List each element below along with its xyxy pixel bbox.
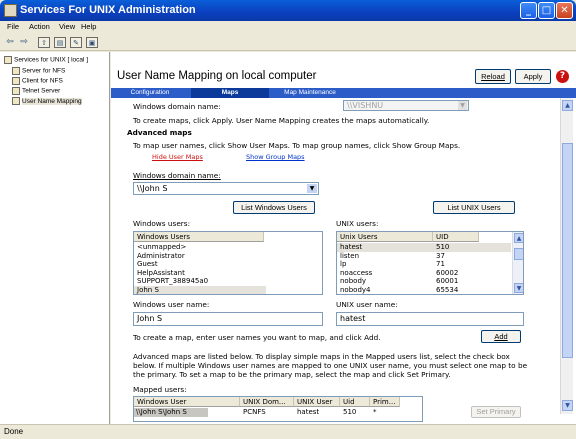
windows-domain-select[interactable]: \\John S ▼ — [133, 182, 319, 195]
forward-arrow-icon[interactable]: ⇨ — [18, 37, 30, 48]
list-item[interactable]: SUPPORT_388945a0 — [137, 277, 208, 286]
tab-configuration[interactable]: Configuration — [111, 88, 189, 98]
maps-content: Windows domain name: \\VISHNU ▼ To create… — [119, 98, 559, 424]
close-button[interactable]: ✕ — [556, 2, 573, 19]
title-bar[interactable]: Services For UNIX Administration _ □ ✕ — [0, 0, 576, 21]
add-map-hint: To create a map, enter user names you wa… — [133, 333, 381, 342]
tab-map-maintenance[interactable]: Map Maintenance — [271, 88, 349, 98]
server-icon — [12, 67, 20, 75]
help-icon[interactable]: ? — [556, 70, 569, 83]
set-primary-button[interactable]: Set Primary — [471, 406, 521, 418]
table-row[interactable]: listen 37 — [337, 252, 511, 261]
mapped-col-unix-domain[interactable]: UNIX Dom... — [240, 397, 294, 407]
menu-action[interactable]: Action — [29, 22, 50, 31]
add-button[interactable]: Add — [481, 330, 521, 343]
advanced-maps-desc-2: below. If multiple Windows user names ar… — [133, 361, 528, 370]
tree-item-client-for-nfs[interactable]: Client for NFS — [12, 77, 63, 87]
list-item-selected[interactable]: John S — [134, 285, 266, 294]
mapped-col-uid[interactable]: Uid — [340, 397, 370, 407]
hide-user-maps-link[interactable]: Hide User Maps — [152, 153, 203, 161]
list-item[interactable]: HelpAssistant — [137, 269, 185, 278]
apply-button[interactable]: Apply — [515, 69, 551, 84]
advanced-maps-desc-3: the primary. To set a map to be the prim… — [133, 370, 451, 379]
create-maps-hint: To create maps, click Apply. User Name M… — [133, 116, 430, 125]
properties-icon[interactable]: ✎ — [70, 37, 82, 48]
chevron-down-icon: ▼ — [458, 101, 467, 110]
unix-user-name-input[interactable]: hatest — [336, 312, 524, 326]
scroll-up-icon[interactable]: ▲ — [562, 100, 573, 111]
scroll-thumb[interactable] — [514, 248, 523, 260]
menu-view[interactable]: View — [59, 22, 75, 31]
unix-users-list[interactable]: Unix Users UID hatest 510 listen 37 lp 71 n… — [336, 231, 524, 295]
mapping-icon — [12, 97, 20, 105]
list-item[interactable]: Guest — [137, 260, 158, 269]
table-row-selected[interactable]: hatest 510 — [337, 243, 511, 252]
windows-user-name-input[interactable]: John S — [133, 312, 323, 326]
list-item[interactable]: Administrator — [137, 252, 185, 261]
mapped-users-list[interactable]: Windows User UNIX Dom... UNIX User Uid P… — [133, 396, 423, 422]
scroll-down-icon[interactable]: ▼ — [514, 283, 523, 293]
domain-label-top: Windows domain name: — [133, 102, 221, 111]
advanced-maps-hint: To map user names, click Show User Maps.… — [133, 141, 461, 150]
table-row[interactable]: nobody 60001 — [337, 277, 511, 286]
unix-users-header[interactable]: Unix Users — [337, 232, 433, 242]
back-arrow-icon[interactable]: ⇦ — [4, 37, 16, 48]
main-scrollbar[interactable]: ▲ ▼ — [560, 98, 573, 414]
tree-item-user-name-mapping[interactable]: User Name Mapping — [12, 97, 82, 107]
windows-users-header[interactable]: Windows Users — [134, 232, 264, 242]
scroll-up-icon[interactable]: ▲ — [514, 233, 523, 243]
advanced-maps-desc-1: Advanced maps are listed below. To displ… — [133, 352, 510, 361]
tree-item-telnet-server[interactable]: Telnet Server — [12, 87, 60, 97]
tree-root[interactable]: Services for UNIX [ local ] — [4, 56, 88, 66]
window-title: Services For UNIX Administration — [20, 4, 196, 16]
menu-help[interactable]: Help — [81, 22, 96, 31]
menu-file[interactable]: File — [7, 22, 19, 31]
mapped-col-unix-user[interactable]: UNIX User — [294, 397, 340, 407]
advanced-maps-heading: Advanced maps — [127, 128, 192, 137]
windows-user-name-label: Windows user name: — [133, 300, 210, 309]
maximize-button[interactable]: □ — [538, 2, 555, 19]
windows-users-list[interactable]: Windows Users <unmapped> Administrator G… — [133, 231, 323, 295]
help-icon[interactable]: ▣ — [86, 37, 98, 48]
list-unix-users-button[interactable]: List UNIX Users — [433, 201, 515, 214]
menu-bar: File Action View Help — [0, 21, 576, 35]
scroll-thumb[interactable] — [562, 143, 573, 358]
minimize-button[interactable]: _ — [520, 2, 537, 19]
show-tree-icon[interactable]: ▤ — [54, 37, 66, 48]
list-windows-users-button[interactable]: List Windows Users — [233, 201, 315, 214]
telnet-icon — [12, 87, 20, 95]
status-bar: Done — [0, 424, 576, 439]
uid-header[interactable]: UID — [433, 232, 479, 242]
mapped-col-windows-user[interactable]: Windows User — [134, 397, 240, 407]
app-icon — [4, 4, 17, 17]
domain-select-top: \\VISHNU ▼ — [343, 100, 469, 111]
mapped-col-primary[interactable]: Prim... — [370, 397, 400, 407]
tab-maps[interactable]: Maps — [191, 88, 269, 98]
tree-item-server-for-nfs[interactable]: Server for NFS — [12, 67, 65, 77]
client-icon — [12, 77, 20, 85]
tab-bar: Configuration Maps Map Maintenance — [111, 88, 576, 98]
page-title: User Name Mapping on local computer — [117, 70, 317, 82]
list-item[interactable]: <unmapped> — [137, 243, 186, 252]
mapped-users-label: Mapped users: — [133, 385, 187, 394]
show-group-maps-link[interactable]: Show Group Maps — [246, 153, 305, 161]
folder-icon — [4, 56, 12, 64]
table-row[interactable]: \\John S\John S PCNFS hatest 510 * — [134, 408, 416, 417]
up-folder-icon[interactable]: ⇧ — [38, 37, 50, 48]
table-row[interactable]: lp 71 — [337, 260, 511, 269]
windows-domain-label: Windows domain name: — [133, 171, 221, 180]
table-row[interactable]: nobody4 65534 — [337, 286, 511, 295]
toolbar: ⇦ ⇨ ⇧ ▤ ✎ ▣ — [0, 35, 576, 51]
windows-users-label: Windows users: — [133, 219, 191, 228]
unix-user-name-label: UNIX user name: — [336, 300, 398, 309]
table-row[interactable]: noaccess 60002 — [337, 269, 511, 278]
chevron-down-icon[interactable]: ▼ — [307, 184, 317, 193]
unix-users-label: UNIX users: — [336, 219, 379, 228]
scroll-down-icon[interactable]: ▼ — [562, 400, 573, 411]
reload-button[interactable]: Reload — [475, 69, 511, 84]
console-tree: Services for UNIX [ local ] Server for N… — [0, 52, 110, 424]
unix-users-scrollbar[interactable]: ▲ ▼ — [512, 232, 523, 294]
status-text: Done — [4, 427, 24, 436]
details-pane: User Name Mapping on local computer Relo… — [111, 52, 576, 424]
